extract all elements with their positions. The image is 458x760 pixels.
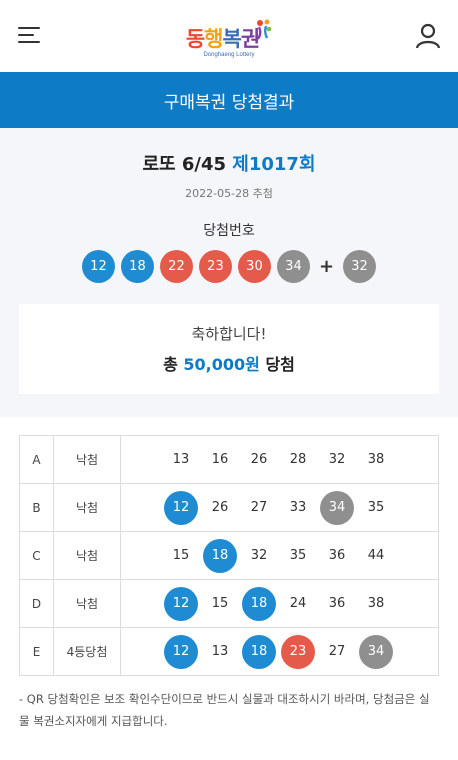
menu-icon[interactable] (18, 24, 44, 46)
game-number: 33 (289, 500, 307, 515)
game-numbers-cell: 12 13 18 23 27 34 (120, 627, 439, 676)
matched-number: 23 (281, 634, 315, 669)
matched-number: 34 (320, 490, 354, 525)
game-result: 낙첨 (53, 483, 121, 532)
game-number: 35 (367, 500, 385, 515)
draw-round: 제1017회 (232, 154, 316, 175)
notice-text: - QR 당첨확인은 보조 확인수단이므로 반드시 실물과 대조하시기 바라며,… (19, 692, 430, 728)
game-row: D 낙첨 12 15 18 24 36 38 (19, 579, 439, 628)
winning-ball: 34 (276, 250, 310, 283)
winning-numbers: 12 18 22 23 30 34 +32 (0, 250, 458, 283)
game-number: 32 (328, 452, 346, 467)
game-number: 26 (211, 500, 229, 515)
game-numbers-cell: 12 26 27 33 34 35 (120, 483, 439, 532)
game-number: 28 (289, 452, 307, 467)
page-title-banner: 구매복권 당첨결과 (0, 72, 458, 128)
game-number: 36 (328, 596, 346, 611)
prize-suffix: 당첨 (265, 355, 295, 374)
logo-figures-icon (257, 19, 272, 40)
page-title: 구매복권 당첨결과 (163, 92, 295, 113)
game-label: C (19, 531, 54, 580)
logo-char: 동 (185, 26, 205, 51)
matched-number: 18 (242, 634, 276, 669)
game-result: 낙첨 (53, 435, 121, 484)
draw-result-section: 로또 6/45 제1017회 2022-05-28 추첨 당첨번호 12 18 22… (0, 128, 458, 417)
game-name: 로또 6/45 (142, 154, 227, 175)
draw-title: 로또 6/45 제1017회 (0, 150, 458, 176)
winning-ball: 12 (81, 250, 115, 283)
game-number: 26 (250, 452, 268, 467)
matched-number: 12 (164, 586, 198, 621)
winning-ball: 22 (159, 250, 193, 283)
matched-number: 12 (164, 634, 198, 669)
prize-prefix: 총 (163, 355, 178, 374)
game-label: A (19, 435, 54, 484)
game-label: B (19, 483, 54, 532)
game-label: E (19, 627, 54, 676)
winning-ball: 23 (198, 250, 232, 283)
game-number: 15 (211, 596, 229, 611)
game-numbers-cell: 15 18 32 35 36 44 (120, 531, 439, 580)
game-number: 13 (211, 644, 229, 659)
game-numbers-cell: 12 15 18 24 36 38 (120, 579, 439, 628)
game-number: 24 (289, 596, 307, 611)
game-number: 38 (367, 596, 385, 611)
bonus-ball: 32 (343, 250, 377, 283)
game-row: E 4등당첨 12 13 18 23 27 34 (19, 627, 439, 676)
matched-number: 18 (242, 586, 276, 621)
matched-number: 18 (203, 538, 237, 573)
game-number: 44 (367, 548, 385, 563)
matched-number: 12 (164, 490, 198, 525)
logo-subtitle: Donghaeng Lottery (203, 51, 255, 58)
game-label: D (19, 579, 54, 628)
game-result: 4등당첨 (53, 627, 121, 676)
logo[interactable]: 동행복권 Donghaeng Lottery (186, 19, 272, 58)
header: 동행복권 Donghaeng Lottery (0, 0, 458, 72)
logo-char: 행 (204, 26, 223, 51)
game-number: 27 (250, 500, 268, 515)
game-numbers-cell: 13 16 26 28 32 38 (120, 435, 439, 484)
game-number: 35 (289, 548, 307, 563)
app: 동행복권 Donghaeng Lottery 구매복권 당첨결과 로또 6/45… (0, 0, 458, 760)
games-table: A 낙첨 13 16 26 28 32 38 B 낙첨 12 26 27 33 34 35 C 낙첨 15 18 32 3… (19, 435, 439, 676)
prize-total: 총 50,000원 당첨 (163, 351, 295, 375)
plus-sign: + (318, 256, 335, 277)
game-number: 13 (172, 452, 190, 467)
prize-amount: 50,000원 (183, 355, 260, 374)
congrats-message: 축하합니다! (191, 325, 267, 343)
game-number: 36 (328, 548, 346, 563)
winning-ball: 18 (120, 250, 154, 283)
game-row: A 낙첨 13 16 26 28 32 38 (19, 435, 439, 484)
prize-box: 축하합니다! 총 50,000원 당첨 (19, 304, 439, 394)
winning-ball: 30 (237, 250, 271, 283)
game-row: C 낙첨 15 18 32 35 36 44 (19, 531, 439, 580)
game-number: 16 (211, 452, 229, 467)
game-number: 38 (367, 452, 385, 467)
game-result: 낙첨 (53, 531, 121, 580)
matched-number: 34 (359, 634, 393, 669)
draw-date: 2022-05-28 추첨 (185, 187, 273, 200)
game-result: 낙첨 (53, 579, 121, 628)
game-row: B 낙첨 12 26 27 33 34 35 (19, 483, 439, 532)
game-number: 15 (172, 548, 190, 563)
winning-numbers-label: 당첨번호 (203, 223, 255, 239)
games-section: A 낙첨 13 16 26 28 32 38 B 낙첨 12 26 27 33 34 35 C 낙첨 15 18 32 3… (0, 417, 458, 760)
user-icon[interactable] (414, 22, 442, 50)
logo-char: 복 (222, 26, 242, 51)
logo-text: 동행복권 (185, 23, 260, 53)
game-number: 27 (328, 644, 346, 659)
game-number: 32 (250, 548, 268, 563)
